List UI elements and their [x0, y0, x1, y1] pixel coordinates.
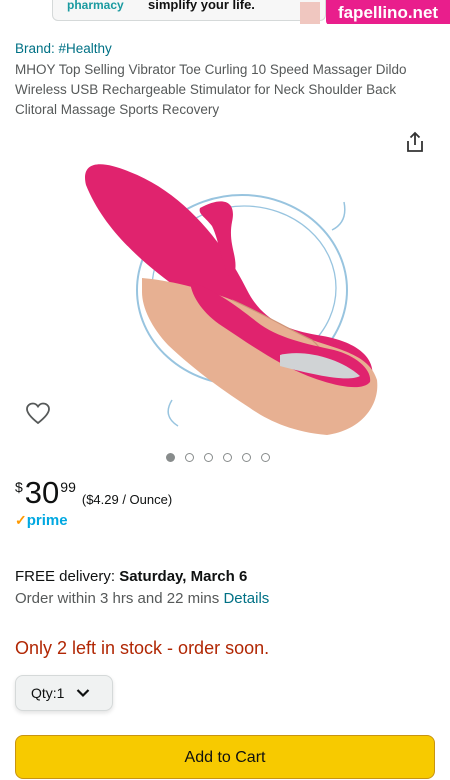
prime-label: prime — [26, 512, 68, 529]
price-block: $ 30 99 ($4.29 / Ounce) — [15, 476, 172, 510]
carousel-dot[interactable] — [223, 453, 232, 462]
chevron-down-icon — [77, 689, 90, 698]
banner-image — [300, 2, 320, 24]
carousel-dot[interactable] — [204, 453, 213, 462]
price-currency: $ — [15, 479, 23, 495]
carousel-dot[interactable] — [261, 453, 270, 462]
watermark: fapellino.net — [326, 0, 450, 24]
share-icon[interactable] — [404, 131, 426, 153]
add-to-cart-button[interactable]: Add to Cart — [15, 735, 435, 779]
quantity-value: 1 — [56, 685, 65, 701]
image-carousel-dots[interactable] — [166, 453, 270, 462]
delivery-date: Saturday, March 6 — [119, 568, 248, 585]
top-ad-banner[interactable]: pharmacy simplify your life. fapellino.n… — [0, 0, 450, 24]
stock-status: Only 2 left in stock - order soon. — [15, 638, 270, 658]
order-within-label: Order within 3 hrs and 22 mins — [15, 590, 224, 607]
quantity-label: Qty: — [31, 685, 57, 701]
delivery-info: FREE delivery: Saturday, March 6 — [15, 568, 247, 585]
banner-right-text: simplify your life. — [148, 0, 255, 12]
brand-link[interactable]: Brand: #Healthy — [15, 41, 112, 56]
price-whole: 30 — [24, 475, 60, 510]
details-link[interactable]: Details — [223, 590, 269, 607]
banner-box[interactable]: pharmacy simplify your life. — [52, 0, 326, 21]
banner-left-text: pharmacy — [67, 0, 124, 12]
order-within-text: Order within 3 hrs and 22 mins Details — [15, 590, 269, 607]
quantity-select[interactable]: Qty: 1 — [15, 675, 113, 711]
prime-badge: ✓prime — [15, 512, 68, 529]
carousel-dot[interactable] — [242, 453, 251, 462]
unit-price: ($4.29 / Ounce) — [81, 492, 173, 507]
price-fraction: 99 — [60, 479, 76, 495]
delivery-prefix: FREE delivery: — [15, 568, 120, 585]
heart-icon[interactable] — [25, 401, 51, 427]
carousel-dot[interactable] — [166, 453, 175, 462]
prime-check-icon: ✓ — [15, 512, 27, 528]
carousel-dot[interactable] — [185, 453, 194, 462]
product-title: MHOY Top Selling Vibrator Toe Curling 10… — [15, 62, 407, 117]
product-image[interactable] — [72, 130, 392, 440]
